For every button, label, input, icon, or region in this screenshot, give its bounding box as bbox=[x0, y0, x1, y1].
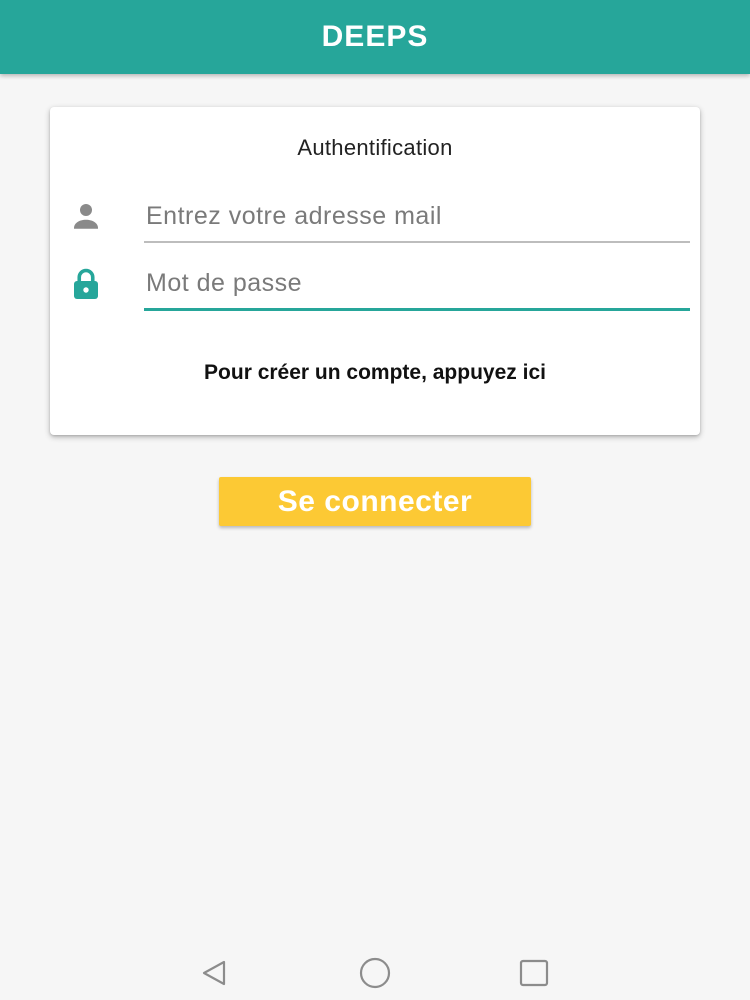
app-bar: DEEPS bbox=[0, 0, 750, 74]
password-field[interactable] bbox=[144, 259, 690, 311]
lock-icon bbox=[66, 264, 106, 304]
login-screen: DEEPS Authentification Pour créer un com… bbox=[0, 0, 750, 1000]
recent-apps-square-icon[interactable] bbox=[516, 957, 552, 989]
email-input[interactable] bbox=[144, 191, 690, 241]
card-title: Authentification bbox=[297, 135, 453, 160]
email-field[interactable] bbox=[144, 191, 690, 243]
back-triangle-icon[interactable] bbox=[196, 957, 232, 989]
person-icon bbox=[66, 196, 106, 236]
create-account-link[interactable]: Pour créer un compte, appuyez ici bbox=[50, 361, 700, 385]
password-input[interactable] bbox=[144, 259, 690, 308]
system-nav-bar bbox=[0, 945, 750, 1000]
home-circle-icon[interactable] bbox=[357, 957, 393, 989]
auth-card: Authentification Pour créer un compte, a… bbox=[50, 107, 700, 435]
login-button[interactable]: Se connecter bbox=[219, 477, 531, 526]
app-title: DEEPS bbox=[321, 20, 429, 53]
